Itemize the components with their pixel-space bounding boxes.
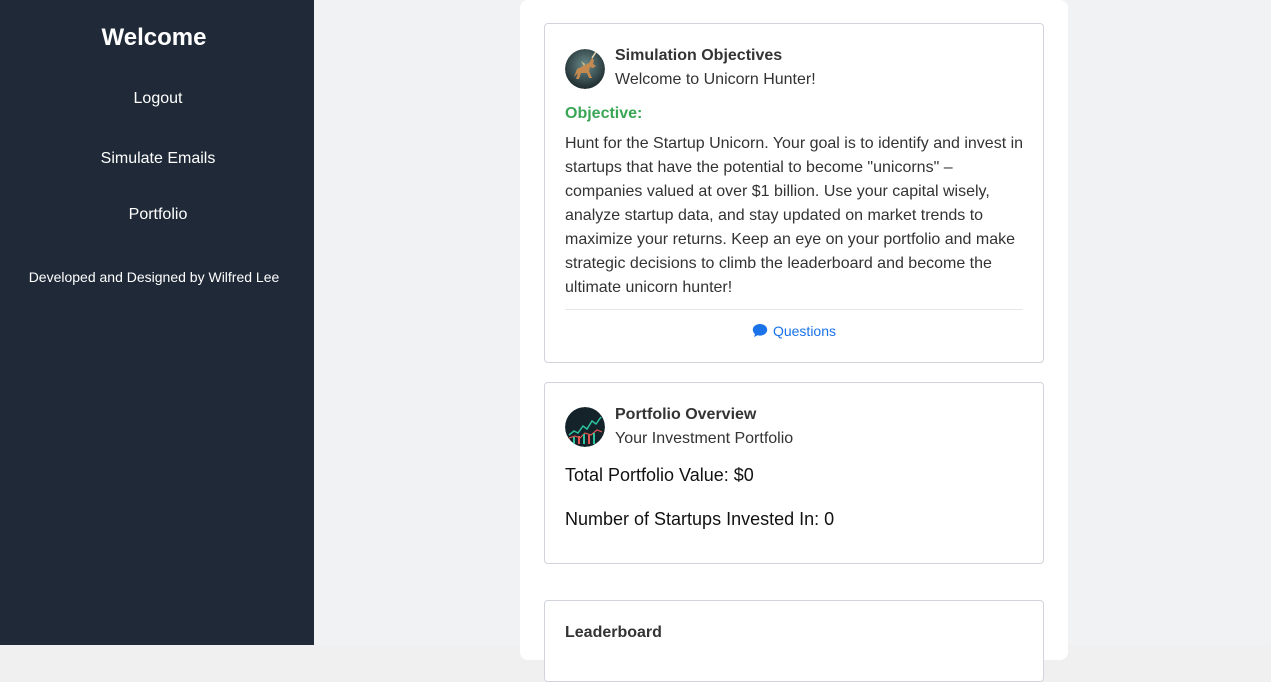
sidebar-item-logout[interactable]: Logout (0, 90, 316, 108)
startups-invested-count: Number of Startups Invested In: 0 (565, 509, 835, 529)
portfolio-title: Portfolio Overview (615, 406, 757, 423)
portfolio-subtitle: Your Investment Portfolio (615, 430, 794, 447)
portfolio-card: Portfolio Overview Your Investment Portf… (544, 382, 1044, 564)
leaderboard-title: Leaderboard (565, 624, 662, 641)
developer-credit: Developed and Designed by Wilfred Lee (28, 269, 280, 285)
sidebar: Welcome Logout Simulate Emails Portfolio… (0, 0, 314, 645)
stock-chart-avatar-icon (565, 407, 605, 447)
total-portfolio-value: Total Portfolio Value: $0 (565, 465, 754, 485)
objectives-subtitle: Welcome to Unicorn Hunter! (615, 71, 816, 88)
content-panel: Simulation Objectives Welcome to Unicorn… (520, 0, 1068, 682)
main-content: Simulation Objectives Welcome to Unicorn… (314, 0, 1271, 682)
leaderboard-card: Leaderboard (544, 600, 1044, 682)
objectives-title: Simulation Objectives (615, 47, 783, 64)
objective-description: Hunt for the Startup Unicorn. Your goal … (565, 135, 1024, 296)
objectives-card: Simulation Objectives Welcome to Unicorn… (544, 23, 1044, 363)
sidebar-item-simulate-emails[interactable]: Simulate Emails (0, 150, 316, 168)
questions-label: Questions (772, 323, 837, 339)
sidebar-title: Welcome (101, 24, 207, 51)
unicorn-avatar-icon (565, 49, 605, 89)
chat-bubble-icon (752, 324, 768, 337)
sidebar-item-portfolio[interactable]: Portfolio (0, 206, 316, 224)
divider (565, 309, 1023, 310)
questions-link[interactable]: Questions (545, 323, 1043, 339)
objective-label: Objective: (565, 105, 643, 122)
